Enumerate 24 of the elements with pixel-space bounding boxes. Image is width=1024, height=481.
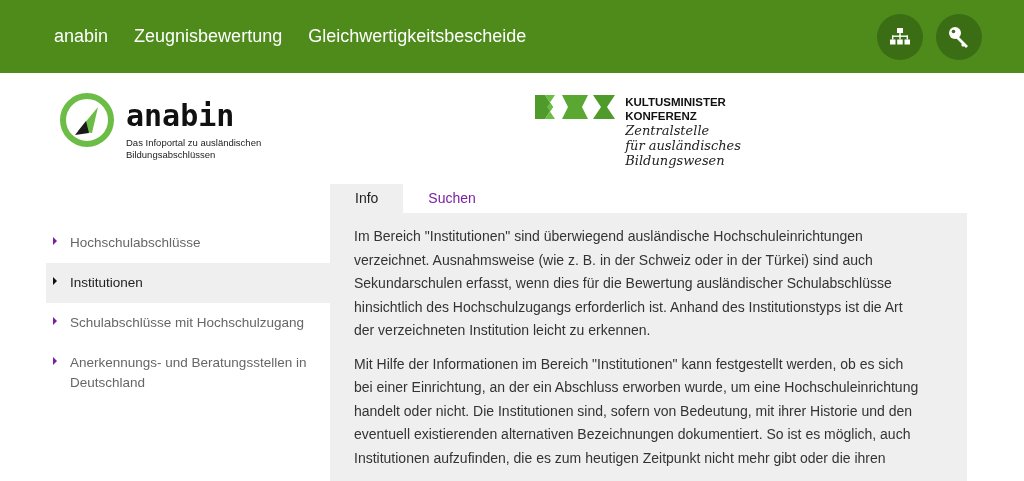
caret-icon: [53, 317, 57, 325]
caret-icon: [53, 357, 57, 365]
sidebar-item[interactable]: Institutionen: [46, 263, 330, 303]
sidebar-item[interactable]: Hochschulabschlüsse: [46, 223, 330, 263]
nav-link[interactable]: Zeugnisbewertung: [134, 23, 283, 50]
sidebar-item[interactable]: Anerkennungs- und Beratungsstellen in Deutschland: [46, 343, 330, 403]
kmk-logo-icon: [535, 95, 616, 119]
sitemap-icon: [890, 27, 910, 46]
kmk-title: KULTUSMINISTER KONFERENZ: [625, 95, 727, 123]
kmk-subtitle: Zentralstelle für ausländisches Bildungswesen: [625, 123, 741, 168]
paragraph: Mit Hilfe der Informationen im Bereich "Institutionen" kann festgestellt werden, ob es sich bei einer Einrichtung, an der ein Abschluss erworben wurde, um eine Hochschuleinrichtung handelt oder nicht. Die Institutionen sind, sofern von Bedeutung, mit ihrer Historie und den eventuell existierenden alternativen Bezeichnungen dokumentiert. So ist es möglich, auch Institutionen aufzufinden, die es zum heutigen Zeitpunkt nicht mehr gibt oder die ihren: [354, 354, 920, 468]
login-button[interactable]: [936, 13, 982, 60]
sidebar-item[interactable]: Schulabschlüsse mit Hochschulzugang: [46, 303, 330, 343]
caret-icon: [53, 237, 57, 245]
nav-link[interactable]: Gleichwertigkeitsbescheide: [308, 23, 527, 50]
paragraph: Im Bereich "Institutionen" sind überwiegend ausländische Hochschuleinrichtungen verzeichnet. Ausnahmsweise (wie z. B. in der Schweiz oder in der Türkei) sind auch Sekundarschulen erfasst, wenn dies für die Bewertung ausländischer Schulabschlüsse hinsichtlich des Hochschulzugangs erforderlich ist. Anhand des Institutionstyps ist die Art der verzeichneten Institution leicht zu erkennen.: [354, 227, 904, 340]
logo-tagline: Das Infoportal zu ausländischen Bildungsabschlüssen: [126, 137, 262, 161]
sitemap-button[interactable]: [877, 13, 923, 60]
key-icon: [948, 25, 970, 48]
nav-link[interactable]: anabin: [54, 23, 109, 50]
logo-wordmark: anabin: [126, 101, 236, 131]
tab[interactable]: Info: [330, 184, 404, 213]
compass-logo-icon: [58, 91, 116, 149]
caret-icon: [53, 277, 57, 285]
